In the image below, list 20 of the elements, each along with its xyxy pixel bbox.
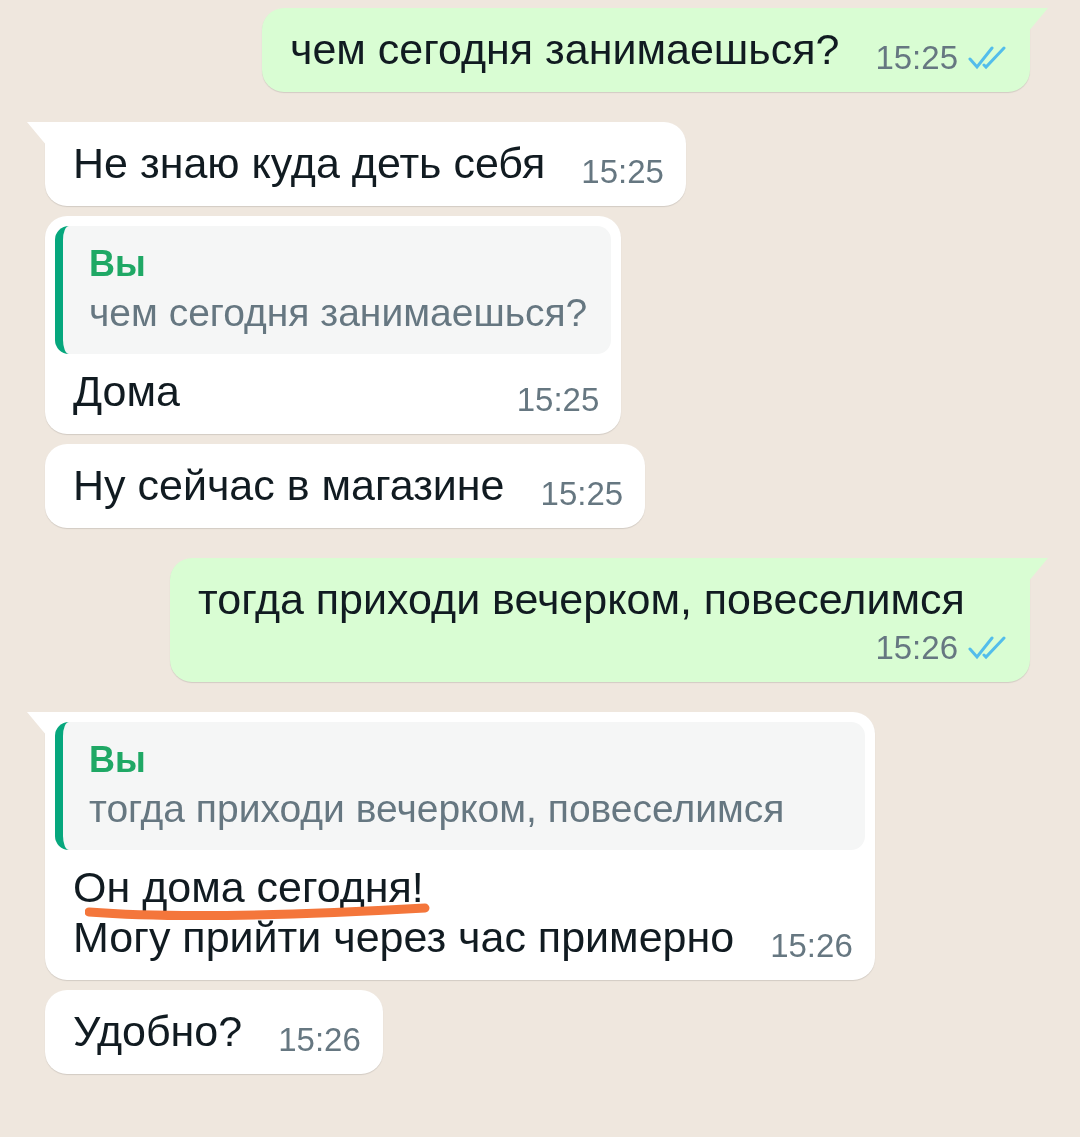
quote-text: тогда приходи вечерком, повеселимся xyxy=(89,786,786,832)
quote-author: Вы xyxy=(89,738,147,782)
message-time: 15:26 xyxy=(770,928,853,964)
message-text: Удобно? xyxy=(73,1006,243,1057)
quoted-message[interactable]: Вы чем сегодня занимаешься? xyxy=(55,226,612,354)
message-time: 15:26 xyxy=(278,1022,361,1058)
message-text: Ну сейчас в магазине xyxy=(73,460,505,511)
message-text: Он дома сегодня! Могу прийти через час примерно xyxy=(73,862,735,963)
quote-author: Вы xyxy=(89,242,147,286)
quote-text: чем сегодня занимаешься? xyxy=(89,290,588,336)
message-text: тогда приходи вечерком, повеселимся xyxy=(198,574,965,625)
message-time: 15:25 xyxy=(875,40,958,76)
message-time: 15:26 xyxy=(875,630,958,666)
message-time: 15:25 xyxy=(516,382,600,418)
message-time: 15:25 xyxy=(581,154,664,190)
message-text: чем сегодня занимаешься? xyxy=(290,24,840,75)
message-time: 15:25 xyxy=(540,476,624,512)
quoted-message[interactable]: Вы тогда приходи вечерком, повеселимся xyxy=(55,722,865,850)
message-text: Не знаю куда деть себя xyxy=(73,138,546,189)
message-text: Дома xyxy=(73,366,180,417)
